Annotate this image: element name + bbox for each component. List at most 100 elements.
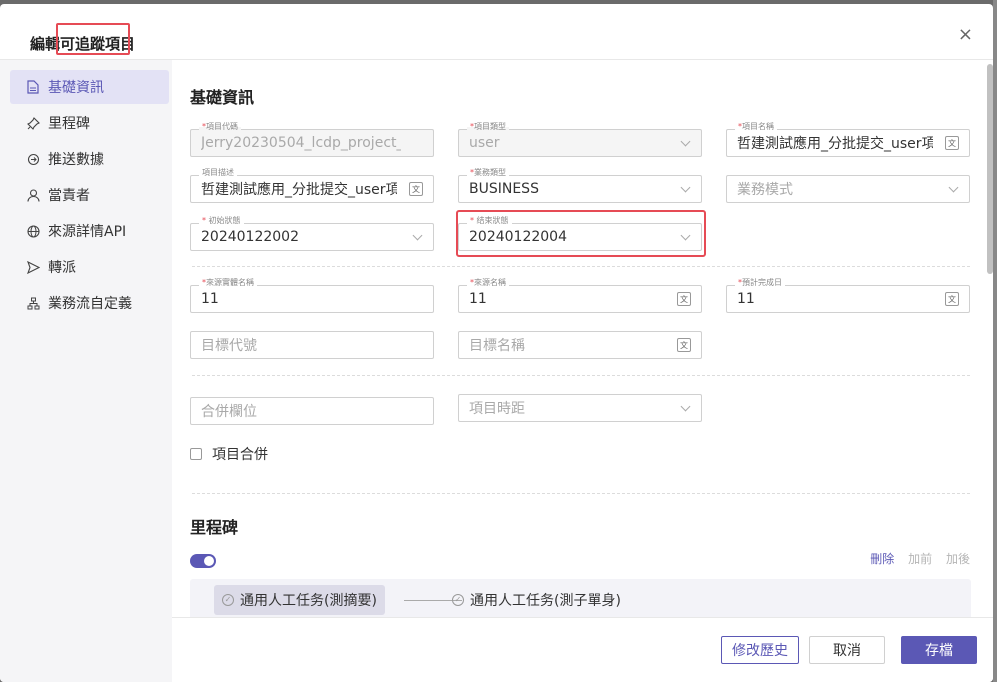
merge-field-input[interactable]: 合併欄位 [190, 397, 434, 425]
translate-icon[interactable]: 文 [945, 136, 959, 150]
project-merge-checkbox[interactable] [190, 448, 202, 460]
divider [192, 375, 970, 376]
milestone-toggle[interactable] [190, 554, 216, 568]
field-value: 11 [469, 291, 487, 307]
modal-header: 編輯可追蹤項目 × [0, 4, 993, 60]
project-interval-select[interactable]: 項目時距 [458, 394, 702, 422]
field-label: *項目代碼 [199, 121, 241, 133]
field-value: 20240122002 [201, 229, 299, 245]
translate-icon[interactable]: 文 [409, 182, 423, 196]
sidebar-item-label: 業務流自定義 [48, 296, 132, 312]
check-circle-icon: ✓ [222, 594, 234, 606]
chevron-down-icon [680, 182, 691, 193]
field-placeholder: 目標名稱 [469, 338, 525, 354]
field-value: Jerry20230504_lcdp_project_0010 [201, 135, 401, 151]
divider [192, 266, 970, 267]
save-button[interactable]: 存檔 [901, 636, 977, 664]
sidebar: 基礎資訊 里程碑 推送數據 當責者 來源詳情API 轉派 業務流自定義 [0, 60, 172, 682]
divider [192, 493, 970, 494]
chevron-down-icon [680, 401, 691, 412]
field-value: 哲建測試應用_分批提交_user項目 [737, 136, 933, 152]
field-value: user [469, 135, 500, 151]
field-placeholder: 合併欄位 [201, 404, 257, 420]
field-label: *項目類型 [467, 121, 509, 133]
globe-icon [26, 224, 40, 238]
close-icon[interactable]: × [958, 24, 973, 45]
translate-icon[interactable]: 文 [677, 338, 691, 352]
field-label: *來源實體名稱 [199, 277, 257, 289]
modal-footer: 修改歷史 取消 存檔 [172, 617, 993, 682]
cancel-button[interactable]: 取消 [809, 636, 885, 664]
planned-date-field[interactable]: *預計完成日 11 文 [726, 277, 970, 313]
field-label: *項目名稱 [735, 121, 777, 133]
sidebar-item-transfer[interactable]: 轉派 [10, 250, 169, 284]
sync-icon [26, 152, 40, 166]
milestone-step[interactable]: ✓ 通用人工任务(測子單身) [444, 585, 629, 615]
sidebar-item-label: 里程碑 [48, 116, 90, 132]
title-highlight-box [56, 23, 130, 55]
sidebar-item-label: 來源詳情API [48, 224, 127, 240]
check-circle-icon: ✓ [452, 594, 464, 606]
page-scrollbar[interactable] [993, 0, 997, 682]
init-state-select[interactable]: * 初始狀態 20240122002 [190, 215, 434, 251]
field-label: * 初始狀態 [199, 215, 244, 227]
section-title-basic: 基礎資訊 [190, 88, 255, 107]
sidebar-item-business-flow[interactable]: 業務流自定義 [10, 286, 169, 320]
target-code-field[interactable]: 目標代號 [190, 331, 434, 359]
field-value: 11 [737, 291, 755, 307]
business-mode-select[interactable]: 業務模式 [726, 175, 970, 203]
document-icon [26, 80, 40, 94]
pin-icon [26, 116, 40, 130]
project-code-field: *項目代碼 Jerry20230504_lcdp_project_0010 [190, 121, 434, 157]
field-label: *業務類型 [467, 167, 509, 179]
field-placeholder: 目標代號 [201, 338, 257, 354]
field-value: 11 [201, 291, 219, 307]
user-icon [26, 188, 40, 202]
checkbox-label: 項目合併 [212, 447, 268, 463]
edit-modal: 編輯可追蹤項目 × 基礎資訊 里程碑 推送數據 當責者 來源詳情API 轉派 業… [0, 4, 993, 682]
translate-icon[interactable]: 文 [945, 292, 959, 306]
field-placeholder: 項目時距 [469, 401, 525, 417]
source-name-field[interactable]: *來源名稱 11 文 [458, 277, 702, 313]
section-title-milestone: 里程碑 [190, 518, 239, 537]
field-value: BUSINESS [469, 181, 539, 197]
milestone-step-label: 通用人工任务(測摘要) [240, 593, 377, 609]
project-merge-checkbox-row[interactable]: 項目合併 [190, 444, 268, 464]
sidebar-item-label: 當責者 [48, 188, 90, 204]
chevron-down-icon [412, 230, 423, 241]
history-button[interactable]: 修改歷史 [721, 636, 799, 664]
project-name-field[interactable]: *項目名稱 哲建測試應用_分批提交_user項目 文 [726, 121, 970, 157]
milestone-step[interactable]: ✓ 通用人工任务(測摘要) [214, 585, 385, 615]
form-content: 基礎資訊 *項目代碼 Jerry20230504_lcdp_project_00… [172, 60, 985, 617]
end-state-highlight-box [456, 210, 706, 257]
field-label: *來源名稱 [467, 277, 509, 289]
sidebar-item-label: 基礎資訊 [48, 80, 104, 96]
business-type-select[interactable]: *業務類型 BUSINESS [458, 167, 702, 203]
project-desc-field[interactable]: 項目描述 哲建測試應用_分批提交_user項目 文 [190, 167, 434, 203]
delete-link[interactable]: 刪除 [870, 552, 894, 566]
send-icon [26, 260, 40, 274]
sidebar-item-basic-info[interactable]: 基礎資訊 [10, 70, 169, 104]
field-placeholder: 業務模式 [737, 182, 793, 198]
sidebar-item-owner[interactable]: 當責者 [10, 178, 169, 212]
sidebar-item-push-data[interactable]: 推送數據 [10, 142, 169, 176]
sidebar-item-label: 轉派 [48, 260, 76, 276]
sidebar-item-label: 推送數據 [48, 152, 104, 168]
milestone-step-label: 通用人工任务(測子單身) [470, 593, 621, 609]
project-type-select: *項目類型 user [458, 121, 702, 157]
field-label: 項目描述 [199, 167, 237, 179]
field-value: 哲建測試應用_分批提交_user項目 [201, 182, 397, 198]
sidebar-item-milestone[interactable]: 里程碑 [10, 106, 169, 140]
add-before-link[interactable]: 加前 [908, 552, 932, 566]
source-entity-name-field[interactable]: *來源實體名稱 11 [190, 277, 434, 313]
add-after-link[interactable]: 加後 [946, 552, 970, 566]
target-name-field[interactable]: 目標名稱 文 [458, 331, 702, 359]
translate-icon[interactable]: 文 [677, 292, 691, 306]
field-label: *預計完成日 [735, 277, 785, 289]
chevron-down-icon [680, 136, 691, 147]
milestone-strip: ✓ 通用人工任务(測摘要) ✓ 通用人工任务(測子單身) [190, 579, 971, 617]
chevron-down-icon [948, 182, 959, 193]
milestone-actions: 刪除 加前 加後 [860, 550, 970, 567]
flow-icon [26, 296, 40, 310]
sidebar-item-source-api[interactable]: 來源詳情API [10, 214, 169, 248]
